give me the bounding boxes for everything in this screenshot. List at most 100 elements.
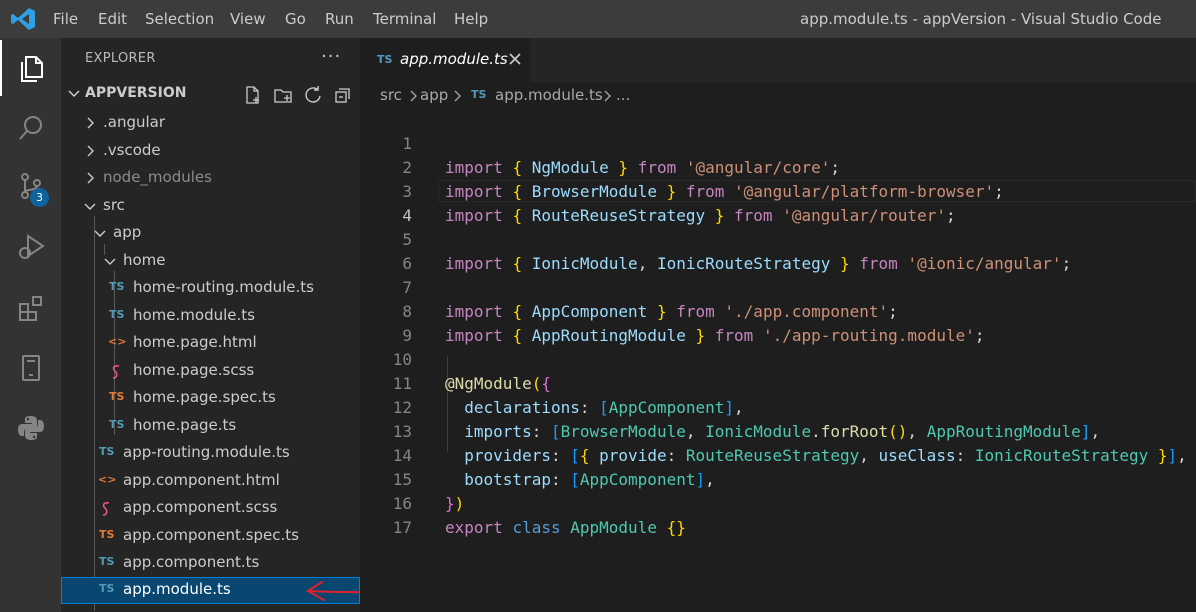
close-icon[interactable] (508, 52, 522, 66)
tree-file-home-page-ts[interactable]: TS home.page.ts (61, 413, 360, 440)
typescript-file-icon: TS (109, 418, 125, 431)
extensions-icon[interactable] (0, 281, 61, 337)
code-line: 12 imports: [BrowserModule, IonicModule.… (360, 372, 1196, 441)
chevron-right-icon (87, 145, 94, 157)
breadcrumb-src[interactable]: src (380, 86, 402, 104)
code-line: 11 declarations: [AppComponent], (360, 348, 1196, 417)
vscode-logo-icon (11, 8, 35, 30)
tree-label: home.page.ts (133, 416, 237, 434)
tree-file-home-routing-module[interactable]: TS home-routing.module.ts (61, 275, 360, 302)
code-line: 14 bootstrap: [AppComponent], (360, 420, 1196, 489)
editor-area: TS app.module.ts src app TS app.module.t… (360, 38, 1196, 612)
python-icon[interactable] (0, 400, 61, 456)
breadcrumb-more[interactable]: ... (616, 86, 630, 104)
tree-label: home.page.spec.ts (133, 388, 276, 406)
tree-folder-node-modules[interactable]: node_modules (61, 165, 360, 192)
tree-label: home-routing.module.ts (133, 278, 314, 296)
tree-folder-vscode[interactable]: .vscode (61, 138, 360, 165)
typescript-file-icon: TS (377, 53, 393, 66)
typescript-file-icon: TS (109, 280, 125, 293)
remote-explorer-icon[interactable] (0, 340, 61, 396)
explorer-sidebar: EXPLORER ··· APPVERSION .angular .vscode… (61, 38, 360, 612)
menu-edit[interactable]: Edit (98, 0, 127, 38)
code-line: 13 providers: [{ provide: RouteReuseStra… (360, 396, 1196, 465)
chevron-down-icon (68, 90, 80, 98)
breadcrumb-file[interactable]: app.module.ts (495, 86, 603, 104)
explorer-icon[interactable] (0, 40, 61, 96)
menu-run[interactable]: Run (325, 0, 354, 38)
project-header[interactable]: APPVERSION (61, 83, 360, 107)
window-title: app.module.ts - appVersion - Visual Stud… (800, 10, 1162, 28)
tree-label: home.page.scss (133, 361, 255, 379)
source-control-icon[interactable] (0, 158, 61, 214)
breadcrumb-app[interactable]: app (420, 86, 448, 104)
html-file-icon: <> (108, 335, 127, 348)
tree-label: .angular (103, 113, 166, 131)
code-line: 6 (360, 228, 1196, 273)
more-actions-icon[interactable]: ··· (321, 46, 341, 67)
tree-file-app-component-ts[interactable]: TS app.component.ts (61, 550, 360, 577)
code-line: 17 (360, 492, 1196, 537)
tree-label: app (113, 223, 142, 241)
tree-label: app.component.spec.ts (123, 526, 299, 544)
project-name: APPVERSION (85, 85, 187, 101)
tab-app-module[interactable]: TS app.module.ts (360, 38, 530, 82)
tab-bar: TS app.module.ts (360, 38, 1196, 82)
typescript-file-icon: TS (471, 88, 487, 101)
html-file-icon: <> (98, 473, 117, 486)
scss-file-icon (102, 502, 110, 516)
menu-file[interactable]: File (53, 0, 78, 38)
code-line: 2 import { BrowserModule } from '@angula… (360, 132, 1196, 201)
tree-file-app-component-spec[interactable]: TS app.component.spec.ts (61, 523, 360, 550)
scss-file-icon (112, 365, 120, 379)
code-line: 9 (360, 300, 1196, 345)
tree-label: app-routing.module.ts (123, 443, 290, 461)
title-bar: File Edit Selection View Go Run Terminal… (0, 0, 1196, 38)
tree-file-home-page-html[interactable]: <> home.page.html (61, 330, 360, 357)
code-line: 7 import { AppComponent } from './app.co… (360, 252, 1196, 321)
tree-file-home-module[interactable]: TS home.module.ts (61, 303, 360, 330)
scm-badge: 3 (30, 188, 49, 207)
tree-label: app.component.ts (123, 553, 260, 571)
menu-go[interactable]: Go (285, 0, 306, 38)
explorer-title: EXPLORER (85, 51, 156, 66)
tree-label: app.module.ts (123, 580, 231, 598)
tree-file-home-page-spec[interactable]: TS home.page.spec.ts (61, 385, 360, 412)
tree-file-app-component-html[interactable]: <> app.component.html (61, 468, 360, 495)
tree-folder-src[interactable]: src (61, 193, 360, 220)
refresh-icon[interactable] (303, 85, 323, 105)
code-line: 8 import { AppRoutingModule } from './ap… (360, 276, 1196, 345)
typescript-file-icon: TS (99, 555, 115, 568)
code-line: 3 import { RouteReuseStrategy } from '@a… (360, 156, 1196, 225)
code-line-current: 4 (360, 180, 1196, 225)
tree-file-home-page-scss[interactable]: home.page.scss (61, 358, 360, 385)
menu-help[interactable]: Help (454, 0, 488, 38)
menu-terminal[interactable]: Terminal (373, 0, 436, 38)
tree-folder-app[interactable]: app (61, 220, 360, 247)
collapse-all-icon[interactable] (333, 85, 353, 105)
tree-label: home.module.ts (133, 306, 255, 324)
code-line: 5 import { IonicModule, IonicRouteStrate… (360, 204, 1196, 273)
test-file-icon: TS (99, 528, 115, 541)
run-debug-icon[interactable] (0, 218, 61, 274)
chevron-right-icon (604, 90, 611, 102)
menu-view[interactable]: View (230, 0, 266, 38)
new-folder-icon[interactable] (273, 85, 293, 105)
new-file-icon[interactable] (243, 85, 263, 105)
menu-selection[interactable]: Selection (145, 0, 214, 38)
tree-label: src (103, 196, 125, 214)
tree-file-app-routing-module[interactable]: TS app-routing.module.ts (61, 440, 360, 467)
search-icon[interactable] (0, 100, 61, 156)
chevron-right-icon (87, 117, 94, 129)
code-line: 1 import { NgModule } from '@angular/cor… (360, 108, 1196, 177)
code-line: 16 export class AppModule {} (360, 468, 1196, 537)
line-number: 17 (392, 518, 412, 537)
tree-label: home (123, 251, 166, 269)
tree-folder-angular[interactable]: .angular (61, 110, 360, 137)
tree-file-app-component-scss[interactable]: app.component.scss (61, 495, 360, 522)
chevron-down-icon (104, 258, 116, 265)
chevron-right-icon (410, 90, 417, 102)
code-line: 15 }) (360, 444, 1196, 513)
tree-folder-home[interactable]: home (61, 248, 360, 275)
tree-label: .vscode (103, 141, 161, 159)
